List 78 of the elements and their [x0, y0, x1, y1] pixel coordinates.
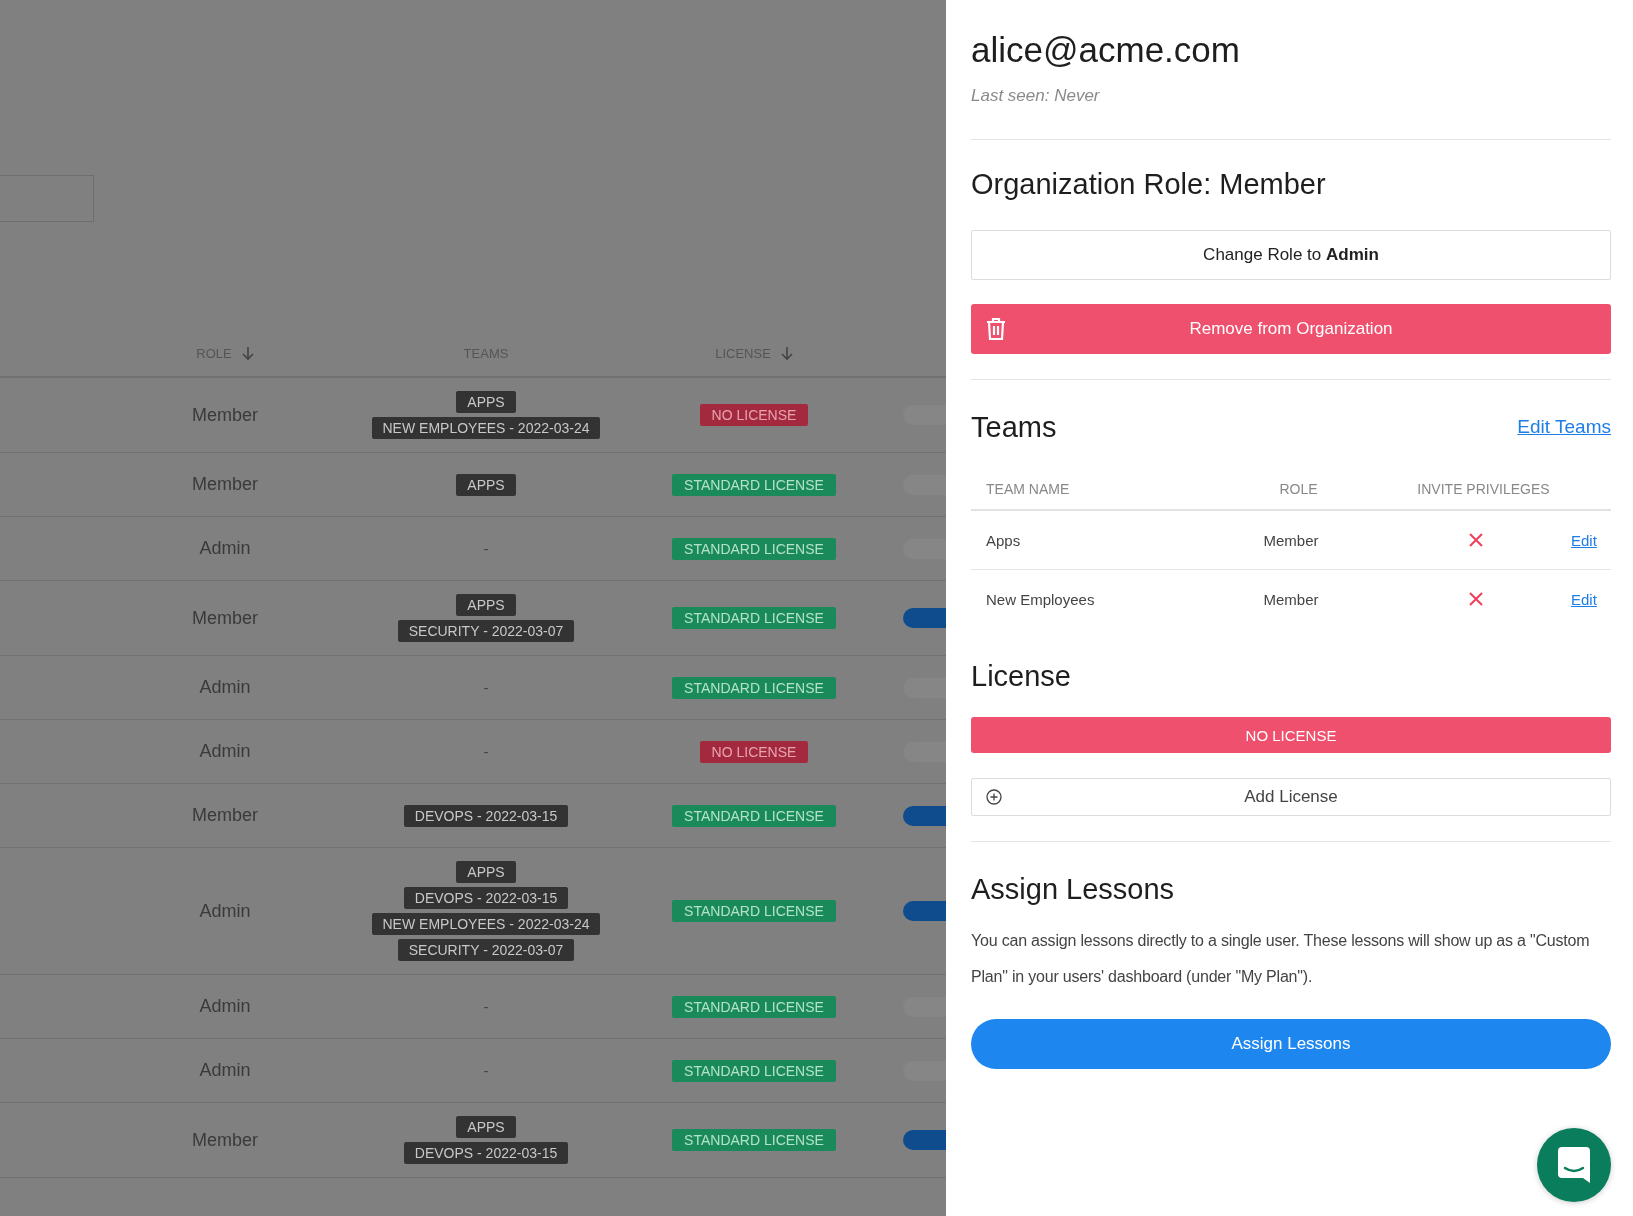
team-tag: APPS [456, 391, 516, 413]
edit-link[interactable]: Edit [1571, 531, 1597, 549]
empty-teams-text: - [483, 540, 489, 557]
chat-launcher-button[interactable] [1537, 1128, 1611, 1202]
team-name-text: Apps [985, 531, 1022, 549]
toggle-switch[interactable] [903, 1060, 946, 1081]
toggle-switch[interactable] [903, 405, 946, 425]
toggle-switch[interactable] [903, 901, 946, 921]
role-text: Member [191, 805, 259, 826]
edit-link[interactable]: Edit [1571, 590, 1597, 608]
toggle-switch[interactable] [903, 474, 946, 495]
team-tag: NEW EMPLOYEES - 2022-03-24 [371, 417, 601, 439]
description-text: You can assign lessons directly to a single user. These lessons will show up as a "Custom Plan" in your users' dashboard (under "My Plan"). [971, 931, 1591, 987]
empty-teams-text: - [483, 998, 489, 1015]
license-tag: STANDARD LICENSE [672, 995, 836, 1018]
license-status-bar: NO LICENSE [971, 717, 1611, 753]
assign-lessons-button[interactable]: Assign Lessons [971, 1019, 1611, 1069]
license-tag: NO LICENSE [699, 404, 809, 426]
empty-teams-text: - [483, 679, 489, 696]
toggle-switch[interactable] [903, 1130, 946, 1150]
role-text: Member [191, 1129, 259, 1151]
change-role-button[interactable]: Change Role to Admin [971, 230, 1611, 280]
toggle-switch[interactable] [903, 538, 946, 559]
license-tag: STANDARD LICENSE [672, 537, 836, 560]
empty-teams-text: - [483, 743, 489, 760]
role-text: Member [191, 404, 259, 426]
license-tag: STANDARD LICENSE [672, 473, 836, 496]
license-tag: STANDARD LICENSE [672, 607, 836, 629]
license-tag: STANDARD LICENSE [672, 900, 836, 922]
toggle-switch[interactable] [903, 608, 946, 628]
column-header: TEAM NAME [985, 481, 1071, 499]
team-tag: APPS [456, 1116, 516, 1138]
role-text: Admin [198, 538, 252, 559]
toggle-switch[interactable] [903, 741, 946, 762]
role-text: Admin [198, 1060, 252, 1081]
team-tag: DEVOPS - 2022-03-15 [403, 1142, 569, 1164]
section-heading: License [971, 659, 1072, 694]
license-tag: STANDARD LICENSE [672, 676, 836, 699]
team-tag: DEVOPS - 2022-03-15 [403, 887, 569, 909]
trash-icon [985, 317, 1007, 341]
team-tag: SECURITY - 2022-03-07 [397, 620, 575, 642]
team-tag: NEW EMPLOYEES - 2022-03-24 [371, 913, 601, 935]
role-text: Admin [198, 677, 252, 698]
toggle-switch[interactable] [903, 996, 946, 1017]
team-name-text: New Employees [985, 590, 1096, 608]
team-role-text: Member [1263, 590, 1319, 608]
license-tag: STANDARD LICENSE [672, 1059, 836, 1082]
team-tag: DEVOPS - 2022-03-15 [403, 804, 569, 827]
chat-icon [1557, 1146, 1591, 1184]
team-tag: SECURITY - 2022-03-07 [397, 939, 575, 961]
role-text: Admin [198, 900, 252, 922]
toggle-switch[interactable] [903, 805, 946, 826]
sort-arrow-icon[interactable] [780, 345, 793, 361]
role-text: Member [191, 607, 259, 629]
section-heading: Teams [971, 410, 1057, 445]
role-text: Member [191, 474, 259, 495]
last-seen-text: Last seen: Never [971, 86, 1101, 106]
add-license-button[interactable]: Add License [971, 778, 1611, 816]
license-tag: STANDARD LICENSE [672, 1129, 836, 1151]
empty-teams-text: - [483, 1062, 489, 1079]
plus-circle-icon [986, 789, 1002, 805]
edit-teams-link[interactable]: Edit Teams [1517, 416, 1611, 438]
role-text: Admin [198, 996, 252, 1017]
team-tag: APPS [456, 594, 516, 616]
column-header: ROLE [1278, 481, 1318, 499]
user-email: alice@acme.com [971, 29, 1241, 71]
section-heading: Organization Role: Member [971, 167, 1327, 202]
team-tag: APPS [456, 473, 516, 496]
sort-arrow-icon[interactable] [241, 345, 254, 361]
team-role-text: Member [1263, 531, 1319, 549]
license-tag: NO LICENSE [699, 740, 809, 763]
team-tag: APPS [456, 861, 516, 883]
role-text: Admin [198, 741, 252, 762]
toggle-switch[interactable] [903, 677, 946, 698]
license-tag: STANDARD LICENSE [672, 804, 836, 827]
remove-button[interactable]: Remove from Organization [971, 304, 1611, 354]
section-heading: Assign Lessons [971, 872, 1176, 907]
column-header: INVITE PRIVILEGES [1416, 481, 1550, 499]
